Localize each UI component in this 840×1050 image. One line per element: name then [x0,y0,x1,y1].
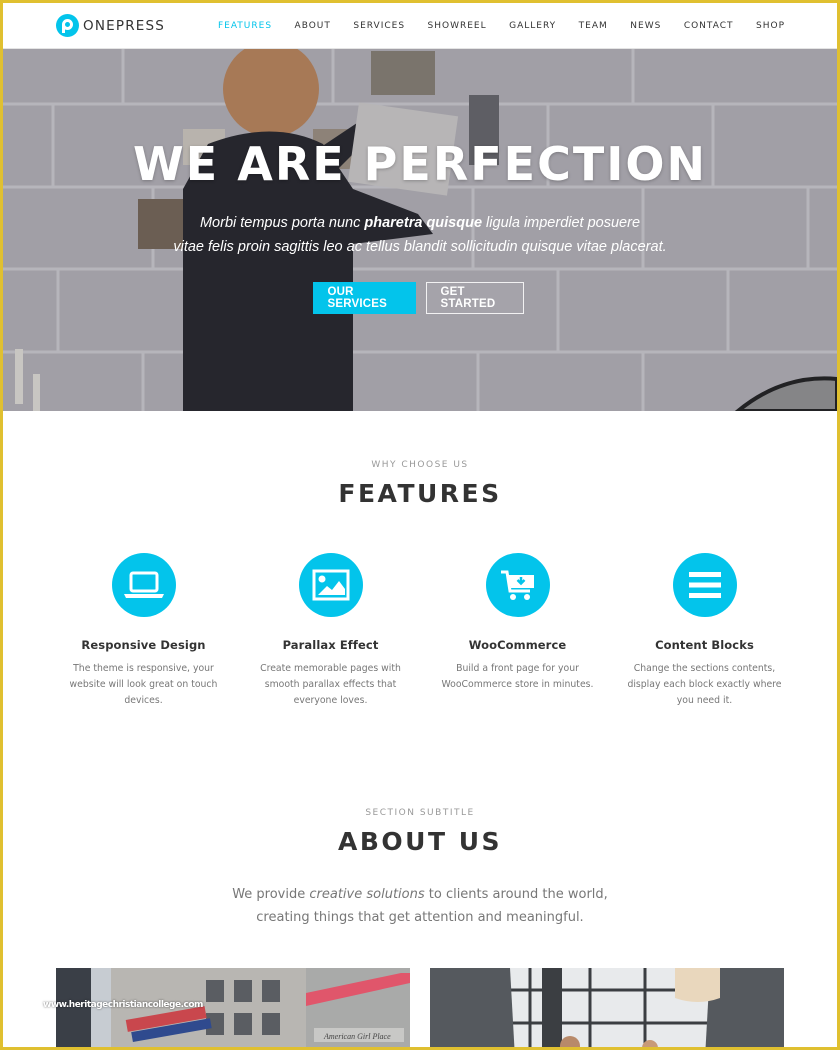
hero-title: WE ARE PERFECTION [133,137,707,191]
watermark-text: www.heritagechristiancollege.com [43,1000,203,1010]
feature-description: Create memorable pages with smooth paral… [260,663,401,706]
page-frame: ONEPRESS FEATURES ABOUT SERVICES SHOWREE… [3,3,837,1047]
cart-download-icon [485,553,550,617]
hero-subtitle-part2: ligula imperdiet posuere [482,215,641,231]
hero-subtitle: Morbi tempus porta nunc pharetra quisque… [3,211,837,259]
features-grid: Responsive Design The theme is responsiv… [50,553,798,709]
feature-title: Content Blocks [655,638,754,652]
hero-subtitle-part1: Morbi tempus porta nunc [199,215,365,231]
about-title: ABOUT US [337,827,503,856]
features-title: FEATURES [338,479,502,508]
hero-subtitle-bold: pharetra quisque [364,215,483,231]
feature-title: Parallax Effect [282,638,379,652]
feature-item: WooCommerce Build a front page for your … [424,553,611,709]
feature-item: Parallax Effect Create memorable pages w… [237,553,424,709]
nav-item-gallery[interactable]: GALLERY [509,21,556,31]
our-services-button[interactable]: OUR SERVICES [312,282,416,314]
about-text-line2: creating things that get attention and m… [256,909,584,925]
hero-subtitle-line2: vitae felis proin sagittis leo ac tellus… [173,239,667,255]
feature-title: WooCommerce [468,638,567,652]
image-icon [298,553,363,617]
about-text-italic: creative solutions [309,887,425,902]
feature-item: Content Blocks Change the sections conte… [611,553,798,709]
nav-item-features[interactable]: FEATURES [218,21,272,31]
about-text: We provide creative solutions to clients… [3,884,837,929]
features-subtitle: WHY CHOOSE US [371,460,469,470]
site-header: ONEPRESS FEATURES ABOUT SERVICES SHOWREE… [3,3,837,49]
nav-item-about[interactable]: ABOUT [295,21,331,31]
laptop-icon [111,553,176,617]
about-image-office [430,968,784,1047]
nav-item-team[interactable]: TEAM [579,21,608,31]
nav-item-news[interactable]: NEWS [630,21,661,31]
nav-item-services[interactable]: SERVICES [353,21,405,31]
hero-buttons: OUR SERVICES GET STARTED [3,282,837,314]
feature-description: Build a front page for your WooCommerce … [441,663,594,690]
hero-section: WE ARE PERFECTION Morbi tempus porta nun… [3,49,837,411]
main-nav: FEATURES ABOUT SERVICES SHOWREEL GALLERY… [195,3,785,49]
feature-description: Change the sections contents, display ea… [627,663,782,706]
feature-description: The theme is responsive, your website wi… [69,663,218,706]
nav-item-contact[interactable]: CONTACT [684,21,734,31]
about-text-part2: to clients around the world, [424,887,608,902]
get-started-button[interactable]: GET STARTED [425,282,524,314]
logo-text: ONEPRESS [83,17,166,34]
storefront-sign: American Girl Place [323,1032,391,1041]
nav-item-showreel[interactable]: SHOWREEL [428,21,487,31]
feature-item: Responsive Design The theme is responsiv… [50,553,237,709]
about-text-part1: We provide [232,887,310,902]
site-logo[interactable]: ONEPRESS [56,14,165,37]
bars-icon [672,553,737,617]
nav-item-shop[interactable]: SHOP [756,21,785,31]
about-subtitle: SECTION SUBTITLE [365,808,475,818]
feature-title: Responsive Design [81,638,206,652]
logo-p-icon [56,14,79,37]
